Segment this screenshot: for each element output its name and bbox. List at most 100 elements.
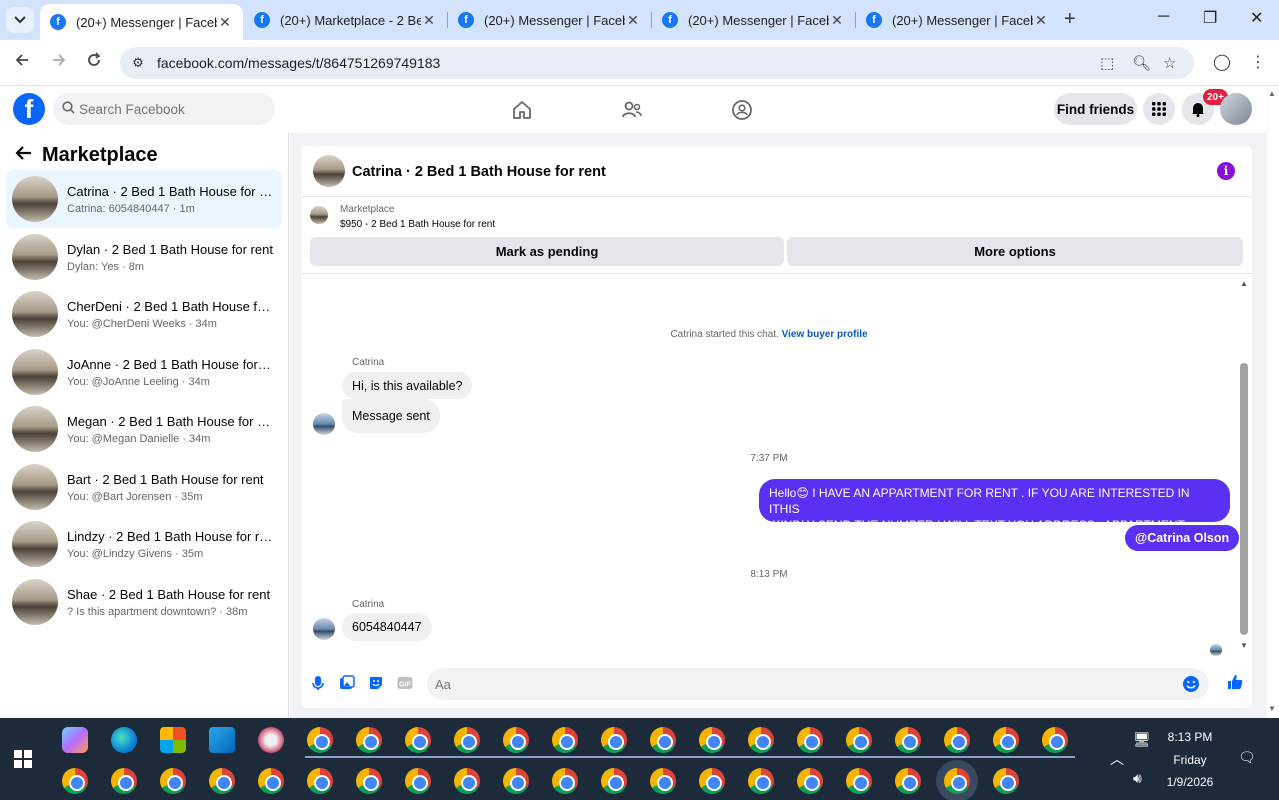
close-tab-icon[interactable]: ✕: [625, 12, 641, 29]
photo-icon[interactable]: [338, 674, 356, 692]
address-bar[interactable]: ⚙ facebook.com/messages/t/86475126974918…: [120, 47, 1194, 79]
chrome-icon[interactable]: [650, 727, 676, 753]
conversation-item[interactable]: Shae · 2 Bed 1 Bath House for rent ? Is …: [6, 573, 282, 631]
taskbar-time[interactable]: 8:13 PM: [1164, 730, 1216, 744]
listing-title[interactable]: $950 - 2 Bed 1 Bath House for rent: [340, 219, 495, 230]
message-input-field[interactable]: [427, 668, 1209, 700]
chrome-icon[interactable]: [454, 768, 480, 794]
chrome-icon[interactable]: [748, 768, 774, 794]
chrome-icon[interactable]: [993, 727, 1019, 753]
forward-button[interactable]: [48, 52, 70, 74]
chrome-icon[interactable]: [503, 768, 529, 794]
menu-grid-button[interactable]: [1143, 93, 1175, 125]
gif-icon[interactable]: GIF: [396, 674, 414, 692]
sticker-icon[interactable]: [367, 674, 385, 692]
chrome-icon[interactable]: [307, 768, 333, 794]
browser-tab-4[interactable]: f (20+) Messenger | Facebook ✕: [652, 4, 855, 36]
view-buyer-profile-link[interactable]: View buyer profile: [782, 329, 868, 340]
chrome-icon[interactable]: [601, 727, 627, 753]
chat-avatar[interactable]: [313, 155, 345, 187]
new-tab-button[interactable]: +: [1064, 8, 1076, 31]
conversation-item[interactable]: Catrina · 2 Bed 1 Bath House for rent Ca…: [6, 170, 282, 228]
scroll-thumb[interactable]: [1240, 363, 1248, 635]
facebook-search[interactable]: [53, 93, 275, 125]
browser-menu-icon[interactable]: ⋮: [1247, 52, 1269, 74]
search-input[interactable]: [79, 93, 269, 125]
chrome-icon[interactable]: [356, 768, 382, 794]
close-tab-icon[interactable]: ✕: [217, 14, 233, 31]
back-button[interactable]: [11, 52, 33, 74]
install-app-icon[interactable]: ⬚: [1100, 54, 1114, 72]
edge-icon[interactable]: [111, 727, 137, 753]
microphone-icon[interactable]: [309, 674, 327, 692]
incoming-message[interactable]: 6054840447: [342, 613, 432, 641]
outlook-icon[interactable]: [209, 727, 235, 753]
chrome-icon[interactable]: [699, 727, 725, 753]
chrome-icon[interactable]: [503, 727, 529, 753]
chrome-icon[interactable]: [650, 768, 676, 794]
windows-start-icon[interactable]: [14, 750, 32, 768]
chrome-icon[interactable]: [846, 768, 872, 794]
incoming-message[interactable]: Message sent: [342, 399, 440, 433]
incoming-message[interactable]: Hi, is this available?: [342, 372, 473, 399]
chrome-icon[interactable]: [993, 768, 1019, 794]
chrome-icon[interactable]: [895, 768, 921, 794]
chrome-icon[interactable]: [111, 768, 137, 794]
minimize-button[interactable]: ─: [1158, 8, 1169, 26]
chrome-icon[interactable]: [209, 768, 235, 794]
scroll-up-icon[interactable]: ▲: [1240, 279, 1248, 288]
chrome-icon[interactable]: [601, 768, 627, 794]
chrome-icon[interactable]: [699, 768, 725, 794]
taskbar-date[interactable]: 1/9/2026: [1164, 775, 1216, 789]
groups-nav-icon[interactable]: [730, 98, 754, 122]
conversation-item[interactable]: Megan · 2 Bed 1 Bath House for rent You:…: [6, 400, 282, 458]
outgoing-message[interactable]: Hello😊 I HAVE AN APPARTMENT FOR RENT . I…: [759, 479, 1230, 548]
chat-title[interactable]: Catrina · 2 Bed 1 Bath House for rent: [352, 164, 606, 180]
tab-search-button[interactable]: [6, 7, 34, 33]
browser-tab-1[interactable]: f (20+) Messenger | Facebook ✕: [40, 4, 243, 40]
conversation-item[interactable]: JoAnne · 2 Bed 1 Bath House for re... Yo…: [6, 343, 282, 401]
chrome-icon[interactable]: [797, 768, 823, 794]
chrome-icon[interactable]: [454, 727, 480, 753]
close-tab-icon[interactable]: ✕: [829, 12, 845, 29]
sender-avatar[interactable]: [313, 618, 335, 640]
profile-avatar[interactable]: [1220, 93, 1252, 125]
conversation-item[interactable]: Dylan · 2 Bed 1 Bath House for rent Dyla…: [6, 228, 282, 286]
notification-center-icon[interactable]: 🗨︎: [1238, 749, 1256, 766]
message-input[interactable]: [435, 668, 1175, 700]
show-hidden-icons[interactable]: ︿: [1110, 749, 1124, 769]
mark-pending-button[interactable]: Mark as pending: [310, 237, 784, 266]
emoji-icon[interactable]: [1182, 675, 1200, 698]
profile-icon[interactable]: ◯: [1211, 52, 1233, 74]
chrome-icon[interactable]: [846, 727, 872, 753]
chrome-icon[interactable]: [748, 727, 774, 753]
conversation-item[interactable]: Bart · 2 Bed 1 Bath House for rent You: …: [6, 458, 282, 516]
bookmark-star-icon[interactable]: ☆: [1163, 54, 1176, 72]
store-icon[interactable]: [160, 727, 186, 753]
outgoing-mention[interactable]: @Catrina Olson: [1125, 525, 1240, 551]
network-icon[interactable]: 🖥︎: [1133, 731, 1151, 748]
more-options-button[interactable]: More options: [787, 237, 1243, 266]
volume-icon[interactable]: 🔊︎: [1133, 770, 1142, 787]
find-friends-button[interactable]: Find friends: [1054, 93, 1137, 125]
browser-tab-2[interactable]: f (20+) Marketplace - 2 Bed ✕: [244, 4, 447, 36]
browser-tab-3[interactable]: f (20+) Messenger | Facebook ✕: [448, 4, 651, 36]
reload-button[interactable]: [83, 52, 105, 74]
scroll-down-icon[interactable]: ▼: [1240, 641, 1248, 650]
chrome-icon-active[interactable]: [944, 768, 970, 794]
chrome-icon[interactable]: [797, 727, 823, 753]
facebook-logo[interactable]: f: [13, 93, 45, 125]
chrome-icon[interactable]: [160, 768, 186, 794]
browser-tab-5[interactable]: f (20+) Messenger | Facebook ✕: [856, 4, 1059, 36]
chrome-icon[interactable]: [405, 768, 431, 794]
home-nav-icon[interactable]: [510, 98, 534, 122]
chrome-icon[interactable]: [552, 768, 578, 794]
conversation-item[interactable]: Lindzy · 2 Bed 1 Bath House for rent You…: [6, 515, 282, 573]
thumbs-up-icon[interactable]: [1226, 673, 1244, 691]
sender-avatar[interactable]: [313, 413, 335, 435]
conversation-item[interactable]: CherDeni · 2 Bed 1 Bath House for ... Yo…: [6, 285, 282, 343]
close-window-button[interactable]: ✕: [1250, 8, 1263, 28]
close-tab-icon[interactable]: ✕: [1033, 12, 1049, 29]
chrome-icon[interactable]: [356, 727, 382, 753]
back-arrow-icon[interactable]: [14, 144, 32, 167]
